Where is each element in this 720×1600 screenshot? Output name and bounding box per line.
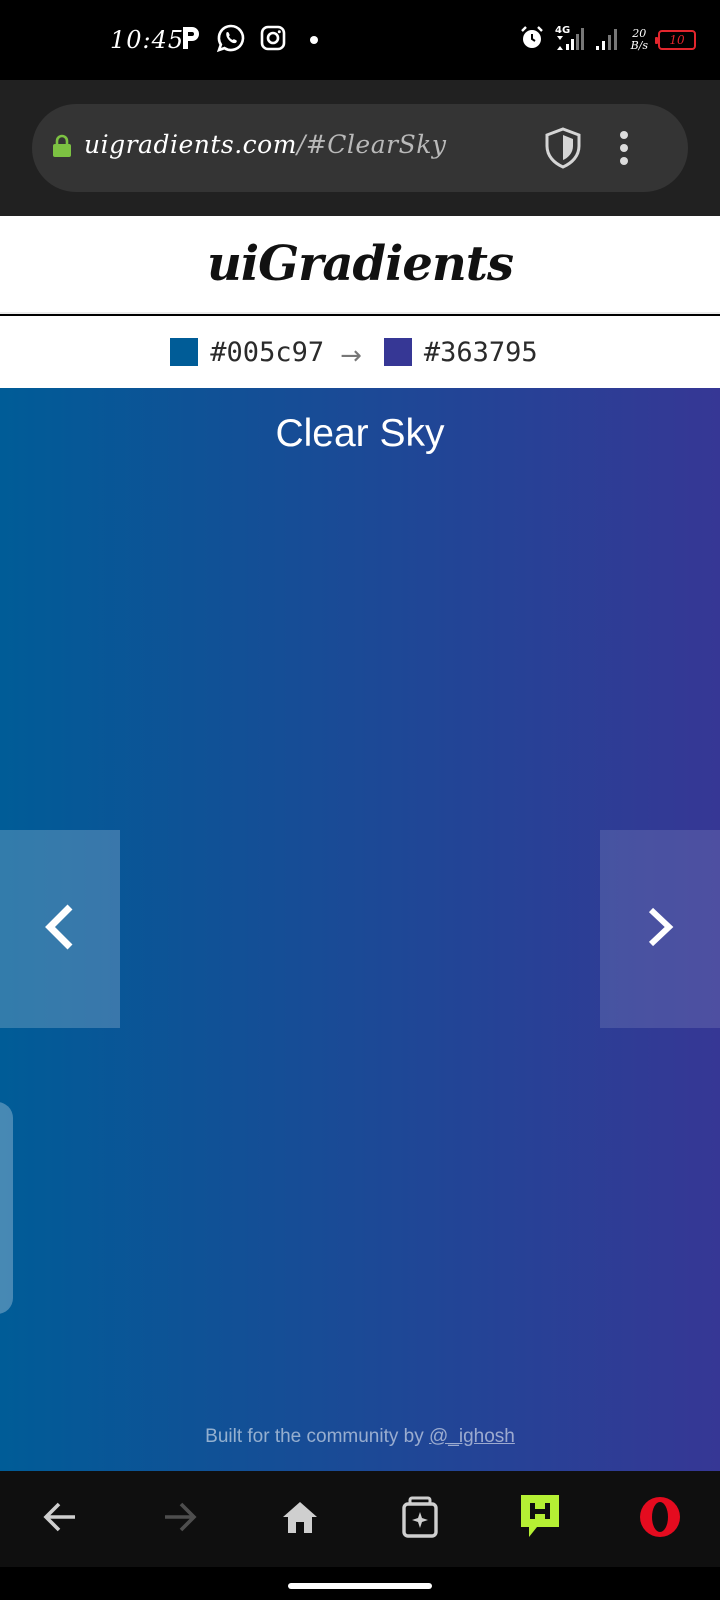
battery-icon: 10 (655, 30, 696, 50)
side-panel-handle[interactable] (0, 1102, 13, 1314)
shield-icon[interactable] (544, 126, 582, 175)
forward-button[interactable] (154, 1493, 206, 1545)
network-speed: 20 B/s (630, 27, 648, 52)
gradient-colors: #005c97 → #363795 (0, 316, 720, 388)
system-icons: 4G 20 B/s 10 (519, 22, 696, 58)
tabs-icon (402, 1496, 438, 1543)
more-notifications-dot (310, 36, 318, 44)
parking-icon (180, 25, 202, 56)
signal-4g-icon: 4G (555, 24, 585, 57)
gesture-nav-area (0, 1567, 720, 1600)
status-bar: 10:45 4G 20 B/s 10 (0, 0, 720, 80)
site-header: uiGradients (0, 216, 720, 314)
whatsapp-icon (216, 23, 246, 58)
chevron-left-icon (40, 903, 80, 956)
url-text[interactable]: uigradients.com/#ClearSky (84, 130, 446, 159)
address-bar[interactable]: uigradients.com/#ClearSky (32, 104, 688, 192)
svg-text:4G: 4G (555, 25, 570, 36)
color-swatch-to[interactable] (383, 338, 412, 366)
color-hex-from[interactable]: #005c97 (210, 337, 324, 368)
author-link[interactable]: @_ighosh (429, 1426, 515, 1447)
hype-icon (517, 1493, 563, 1546)
lock-icon[interactable] (52, 134, 72, 163)
next-gradient-button[interactable] (600, 830, 720, 1028)
back-button[interactable] (34, 1493, 86, 1545)
browser-bottom-bar (0, 1471, 720, 1567)
notification-icons (180, 22, 318, 58)
tabs-button[interactable] (394, 1493, 446, 1545)
status-time: 10:45 (110, 26, 185, 54)
color-swatch-from[interactable] (170, 338, 199, 366)
color-arrow: → (340, 341, 362, 371)
footer-credit: Built for the community by @_ighosh (0, 1426, 720, 1448)
battery-level: 10 (669, 33, 685, 47)
opera-icon (638, 1495, 682, 1544)
gradient-preview: Clear Sky Built for the community by @_i… (0, 388, 720, 1471)
color-hex-to[interactable]: #363795 (424, 337, 538, 368)
gradient-name: Clear Sky (275, 412, 445, 455)
hype-button[interactable] (514, 1493, 566, 1545)
site-logo[interactable]: uiGradients (207, 236, 514, 292)
browser-toolbar: uigradients.com/#ClearSky (0, 80, 720, 216)
menu-kebab-icon[interactable] (612, 130, 636, 166)
forward-icon (162, 1501, 198, 1538)
alarm-icon (519, 25, 545, 56)
home-icon (281, 1500, 319, 1539)
chevron-right-icon (643, 906, 677, 953)
home-gesture-bar[interactable] (288, 1583, 432, 1589)
opera-menu-button[interactable] (634, 1493, 686, 1545)
back-icon (42, 1501, 78, 1538)
signal-icon (595, 25, 621, 56)
home-button[interactable] (274, 1493, 326, 1545)
footer-text: Built for the community by (205, 1426, 430, 1447)
instagram-icon (260, 25, 286, 56)
prev-gradient-button[interactable] (0, 830, 120, 1028)
